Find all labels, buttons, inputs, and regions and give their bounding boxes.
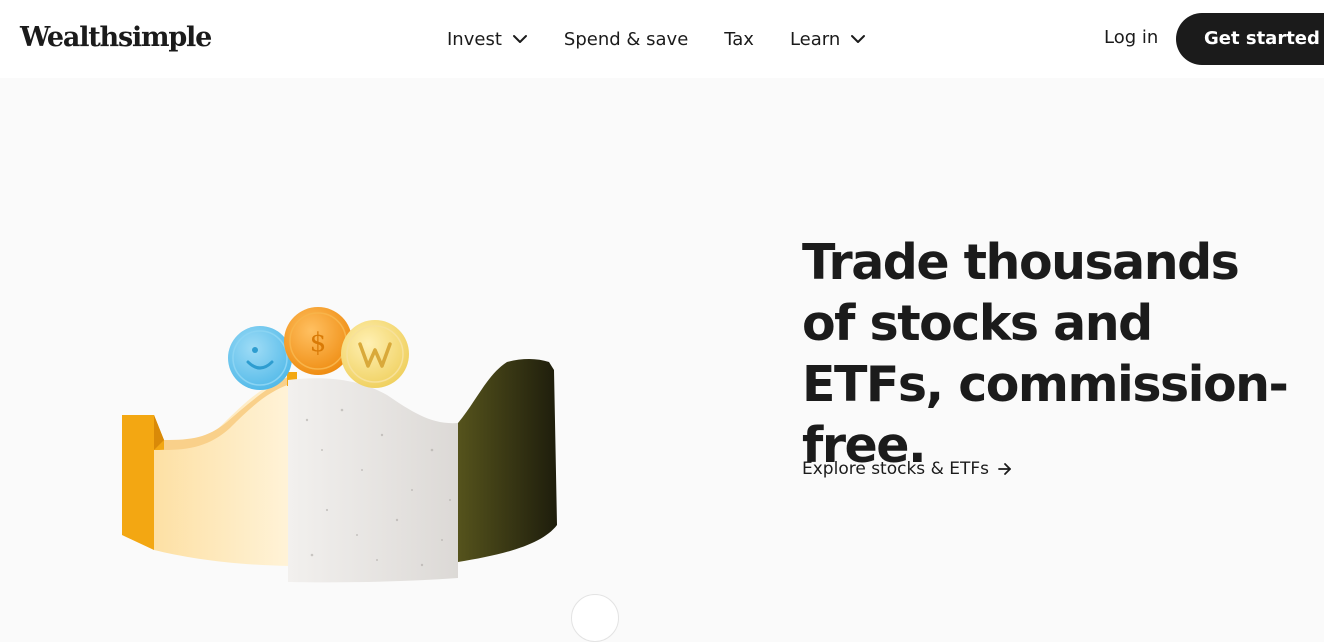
chevron-down-icon: [851, 35, 866, 43]
main-nav: Invest Spend & save Tax Learn: [447, 26, 866, 52]
explore-stocks-link[interactable]: Explore stocks & ETFs: [802, 459, 1012, 479]
arrow-right-icon: [998, 463, 1011, 475]
nav-spend-save-label: Spend & save: [563, 28, 689, 50]
nav-tax-label: Tax: [724, 28, 754, 50]
coin-blue: [228, 326, 292, 390]
nav-spend-save[interactable]: Spend & save: [564, 29, 688, 50]
login-link[interactable]: Log in: [1104, 27, 1158, 48]
nav-learn[interactable]: Learn: [790, 29, 866, 50]
stone-segment: [288, 378, 458, 583]
hero-illustration: $: [122, 307, 557, 583]
olive-segment: [458, 359, 557, 562]
explore-stocks-label: Explore stocks & ETFs: [802, 459, 989, 479]
nav-learn-label: Learn: [789, 28, 841, 50]
site-header: Wealthsimple Invest Spend & save Tax Lea…: [0, 0, 1324, 78]
wealthsimple-logo[interactable]: Wealthsimple: [20, 18, 212, 58]
scroll-down-button[interactable]: [571, 594, 619, 642]
nav-invest-label: Invest: [447, 28, 502, 50]
coin-orange: $: [284, 307, 352, 375]
coin-yellow: [341, 320, 409, 388]
chevron-down-icon: [512, 35, 527, 43]
get-started-button[interactable]: Get started: [1176, 13, 1324, 65]
cream-segment: [154, 376, 290, 566]
hero-headline: Trade thousands of stocks and ETFs, comm…: [802, 234, 1289, 474]
nav-tax[interactable]: Tax: [724, 29, 754, 50]
svg-text:$: $: [310, 328, 327, 358]
nav-invest[interactable]: Invest: [447, 29, 528, 50]
